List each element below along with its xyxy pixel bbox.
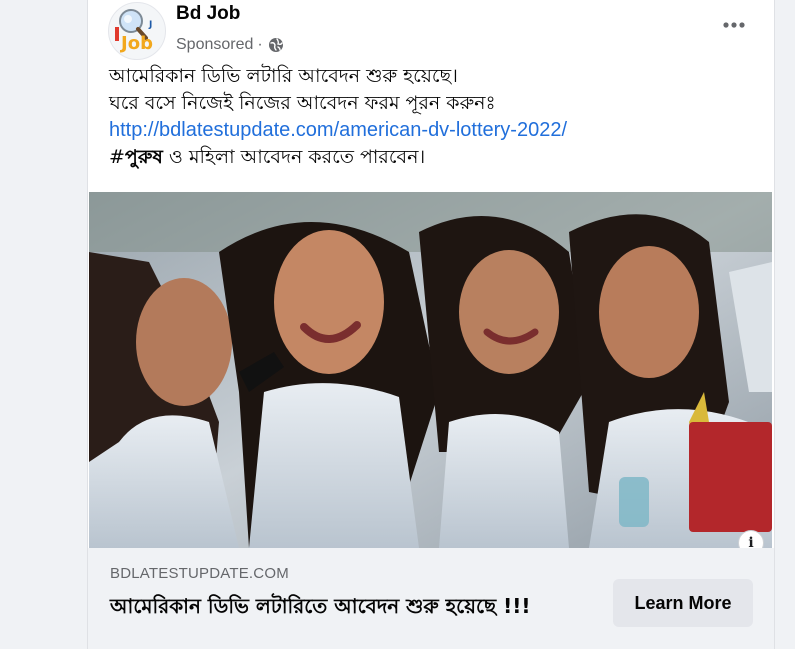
page-avatar[interactable]: Job J bbox=[108, 2, 166, 60]
post-meta: Sponsored · bbox=[176, 35, 284, 55]
link-title[interactable]: আমেরিকান ডিভি লটারিতে আবেদন শুরু হয়েছে … bbox=[110, 593, 590, 620]
hashtag-text[interactable]: পুরুষ bbox=[125, 146, 163, 168]
hashtag-symbol[interactable]: # bbox=[109, 146, 125, 168]
post-url-link[interactable]: http://bdlatestupdate.com/american-dv-lo… bbox=[109, 119, 567, 141]
link-preview-bar[interactable]: BDLATESTUPDATE.COM আমেরিকান ডিভি লটারিতে… bbox=[88, 548, 774, 649]
post-text-line: আমেরিকান ডিভি লটারি আবেদন শুরু হয়েছে। bbox=[109, 65, 458, 87]
post-text-rest: ও মহিলা আবেদন করতে পারবেন। bbox=[162, 146, 426, 168]
sponsored-label[interactable]: Sponsored bbox=[176, 36, 253, 54]
page-name-link[interactable]: Bd Job bbox=[176, 3, 240, 25]
meta-separator: · bbox=[257, 36, 263, 53]
ad-image[interactable]: i bbox=[89, 192, 772, 548]
students-photo bbox=[89, 192, 772, 548]
link-domain: BDLATESTUPDATE.COM bbox=[110, 565, 289, 582]
more-options-icon[interactable] bbox=[718, 11, 750, 39]
job-logo-icon: Job J bbox=[115, 9, 153, 54]
learn-more-button[interactable]: Learn More bbox=[613, 579, 753, 627]
sponsored-post-card: Job J Bd Job Sponsored · আমেরিকান ডিভি ল… bbox=[87, 0, 775, 649]
post-text-line: ঘরে বসে নিজেই নিজের আবেদন ফরম পূরন করুনঃ bbox=[109, 92, 496, 114]
logo-letters: Job bbox=[119, 33, 153, 54]
svg-text:J: J bbox=[148, 20, 152, 30]
globe-icon[interactable] bbox=[268, 37, 284, 53]
post-message: আমেরিকান ডিভি লটারি আবেদন শুরু হয়েছে। ঘ… bbox=[109, 63, 759, 171]
post-header: Job J Bd Job Sponsored · bbox=[88, 0, 774, 62]
post-text-line: #পুরুষ ও মহিলা আবেদন করতে পারবেন। bbox=[109, 144, 759, 171]
